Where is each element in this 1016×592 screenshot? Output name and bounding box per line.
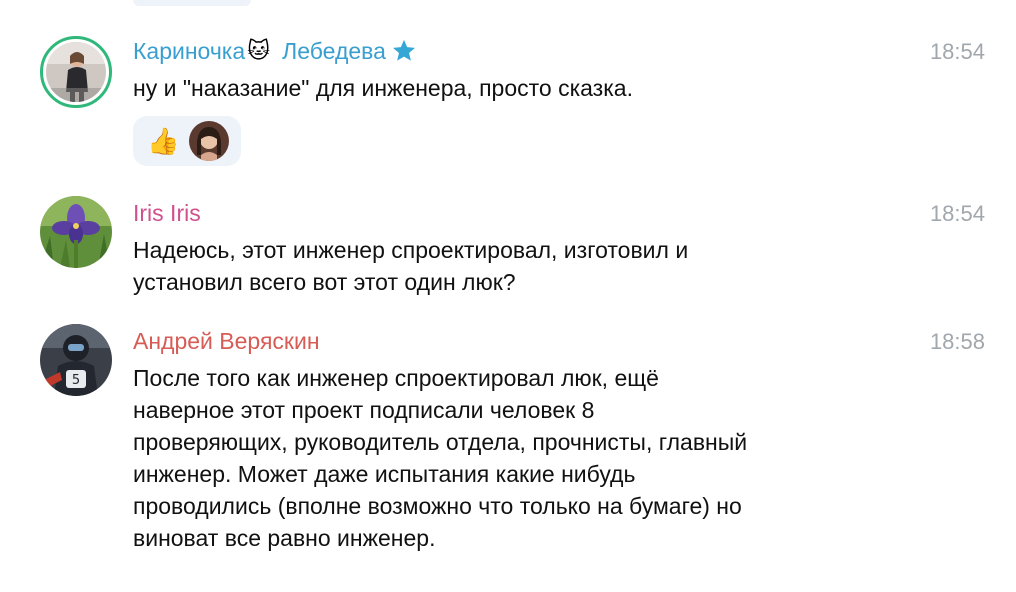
previous-reactions-bar[interactable] bbox=[133, 0, 251, 6]
message-author[interactable]: Iris Iris bbox=[133, 199, 201, 227]
message-time: 18:54 bbox=[929, 201, 985, 226]
star-icon bbox=[392, 39, 415, 61]
message-time: 18:58 bbox=[929, 329, 985, 354]
reactor-avatar bbox=[189, 121, 230, 161]
reaction-bar[interactable]: 👍 bbox=[133, 116, 241, 166]
author-name: Iris Iris bbox=[133, 200, 201, 226]
author-first-name: Кариночка bbox=[133, 38, 246, 64]
message-time: 18:54 bbox=[929, 39, 985, 64]
avatar[interactable] bbox=[40, 196, 112, 268]
avatar[interactable]: 5 bbox=[40, 324, 112, 396]
message-author[interactable]: Андрей Веряскин bbox=[133, 327, 320, 355]
author-last-name: Лебедева bbox=[282, 38, 386, 64]
chat-feed: Кариночка 🐱 Лебедева 18:54 ну и "наказан… bbox=[0, 0, 1016, 592]
message-text: ну и "наказание" для инженера, просто ск… bbox=[133, 75, 633, 101]
message-text: После того как инженер спроектировал люк… bbox=[133, 365, 748, 551]
message-text: Надеюсь, этот инженер спроектировал, изг… bbox=[133, 237, 689, 295]
thumbs-up-icon: 👍 bbox=[147, 126, 180, 156]
cat-emoji-badge: 🐱 bbox=[247, 38, 271, 63]
avatar[interactable] bbox=[40, 36, 112, 108]
author-name: Андрей Веряскин bbox=[133, 328, 320, 354]
message-author[interactable]: Кариночка 🐱 Лебедева bbox=[133, 37, 418, 65]
svg-text:5: 5 bbox=[72, 373, 80, 388]
